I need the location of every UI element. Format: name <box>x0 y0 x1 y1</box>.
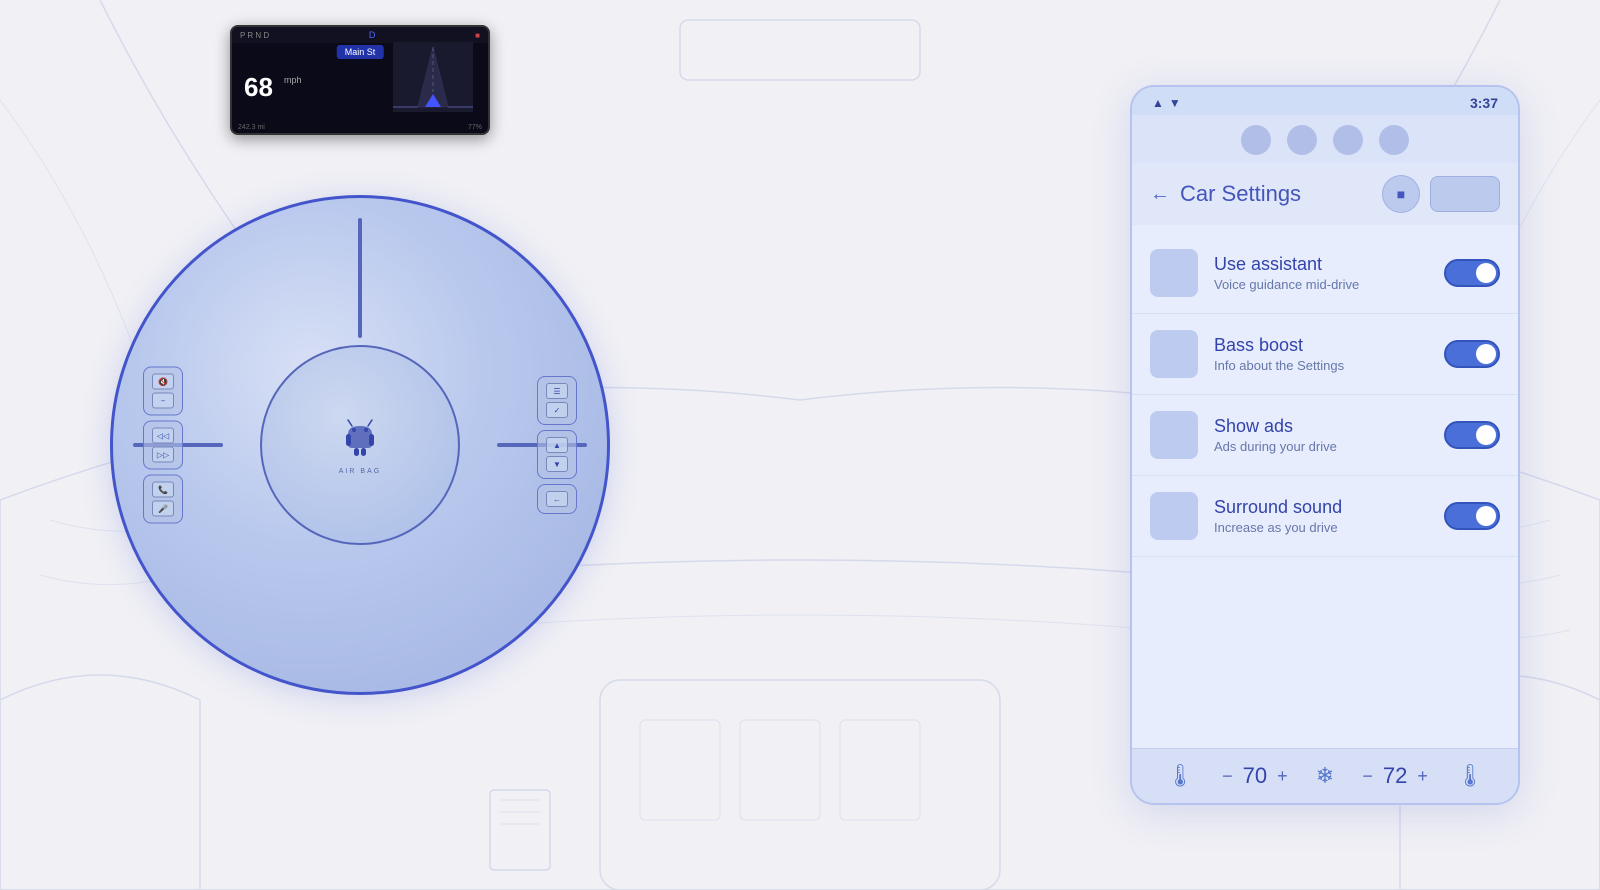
phone-status-bar: ▲ ▼ 3:37 <box>1132 87 1518 115</box>
climate-left-icon: 🌡 <box>1166 763 1194 789</box>
climate-right-control: − 72 + <box>1362 763 1428 789</box>
back-btn[interactable]: ← <box>546 491 568 507</box>
bass-boost-icon-box <box>1150 330 1198 378</box>
setting-item-bass-boost: Bass boost Info about the Settings <box>1132 314 1518 395</box>
left-btn-group-top: 🔇 − <box>143 367 183 416</box>
use-assistant-text: Use assistant Voice guidance mid-drive <box>1214 254 1428 292</box>
use-assistant-subtitle: Voice guidance mid-drive <box>1214 277 1428 292</box>
voice-btn[interactable]: 🎤 <box>152 501 174 517</box>
use-assistant-toggle[interactable] <box>1444 259 1500 287</box>
mute-btn[interactable]: 🔇 <box>152 374 174 390</box>
climate-right-icon: 🌡 <box>1456 763 1484 789</box>
show-ads-icon-box <box>1150 411 1198 459</box>
wifi-icon: ▼ <box>1169 96 1181 110</box>
status-icons-left: ▲ ▼ <box>1152 96 1181 110</box>
nav-gear: P R N D <box>240 31 269 40</box>
main-container: P R N D D ■ Main St 68 mph 242.3 mi 77% <box>0 0 1600 890</box>
show-ads-title: Show ads <box>1214 416 1428 437</box>
left-controls: 🔇 − ◁◁ ▷▷ 📞 🎤 <box>143 367 183 524</box>
down-btn[interactable]: ▼ <box>546 456 568 472</box>
nav-dot-4 <box>1379 125 1409 155</box>
airbag-label: AIR BAG <box>339 468 381 475</box>
use-assistant-toggle-thumb <box>1476 263 1496 283</box>
phone-btn[interactable]: 📞 <box>152 482 174 498</box>
nav-bottom-bar: 242.3 mi 77% <box>232 122 488 133</box>
surround-sound-title: Surround sound <box>1214 497 1428 518</box>
nav-alert: ■ <box>475 31 480 40</box>
right-btn-group-top: ☰ ✓ <box>537 376 577 425</box>
app-header: ← Car Settings ■ <box>1132 163 1518 225</box>
menu-btn[interactable]: ☰ <box>546 383 568 399</box>
nav-dot-2 <box>1287 125 1317 155</box>
next-track-btn[interactable]: ▷▷ <box>152 447 174 463</box>
surround-sound-subtitle: Increase as you drive <box>1214 520 1428 535</box>
steering-hub: AIR BAG <box>260 345 460 545</box>
bass-boost-toggle-thumb <box>1476 344 1496 364</box>
climate-left-minus-btn[interactable]: − <box>1222 766 1233 787</box>
show-ads-toggle[interactable] <box>1444 421 1500 449</box>
nav-map-art <box>393 42 473 112</box>
android-logo-icon <box>340 416 380 456</box>
header-left: ← Car Settings <box>1150 181 1301 207</box>
right-btn-group-bot: ← <box>537 484 577 514</box>
phone-panel: ▲ ▼ 3:37 ← Car Settings ■ <box>1130 85 1520 805</box>
settings-list: Use assistant Voice guidance mid-drive B… <box>1132 225 1518 748</box>
nav-dot-1 <box>1241 125 1271 155</box>
nav-indicator: D <box>369 30 376 40</box>
prev-track-btn[interactable]: ◁◁ <box>152 428 174 444</box>
setting-item-use-assistant: Use assistant Voice guidance mid-drive <box>1132 233 1518 314</box>
climate-left-value: 70 <box>1243 763 1267 789</box>
use-assistant-title: Use assistant <box>1214 254 1428 275</box>
app-title: Car Settings <box>1180 181 1301 207</box>
surround-sound-toggle-thumb <box>1476 506 1496 526</box>
steering-section: P R N D D ■ Main St 68 mph 242.3 mi 77% <box>80 85 640 805</box>
nav-display: P R N D D ■ Main St 68 mph 242.3 mi 77% <box>230 25 490 135</box>
nav-street-label: Main St <box>337 45 384 59</box>
up-btn[interactable]: ▲ <box>546 437 568 453</box>
nav-speed-unit: mph <box>284 75 302 85</box>
use-assistant-icon-box <box>1150 249 1198 297</box>
right-controls: ☰ ✓ ▲ ▼ ← <box>537 376 577 514</box>
right-btn-group-mid: ▲ ▼ <box>537 430 577 479</box>
spoke-top <box>358 218 362 338</box>
bass-boost-toggle[interactable] <box>1444 340 1500 368</box>
bass-boost-text: Bass boost Info about the Settings <box>1214 335 1428 373</box>
stop-icon: ■ <box>1397 186 1405 202</box>
show-ads-subtitle: Ads during your drive <box>1214 439 1428 454</box>
left-btn-group-bot: 📞 🎤 <box>143 475 183 524</box>
surround-sound-text: Surround sound Increase as you drive <box>1214 497 1428 535</box>
header-right: ■ <box>1382 175 1500 213</box>
show-ads-text: Show ads Ads during your drive <box>1214 416 1428 454</box>
climate-fan-icon: ❄ <box>1316 763 1334 789</box>
nav-dot-3 <box>1333 125 1363 155</box>
surround-sound-icon-box <box>1150 492 1198 540</box>
surround-sound-toggle[interactable] <box>1444 502 1500 530</box>
nav-dots-row <box>1132 115 1518 163</box>
show-ads-toggle-thumb <box>1476 425 1496 445</box>
bass-boost-subtitle: Info about the Settings <box>1214 358 1428 373</box>
bass-boost-title: Bass boost <box>1214 335 1428 356</box>
vol-down-btn[interactable]: − <box>152 393 174 409</box>
stop-button[interactable]: ■ <box>1382 175 1420 213</box>
nav-battery: 77% <box>468 124 482 131</box>
climate-bar: 🌡 − 70 + ❄ − 72 + 🌡 <box>1132 748 1518 803</box>
climate-left-plus-btn[interactable]: + <box>1277 766 1288 787</box>
nav-trip: 242.3 mi <box>238 124 265 131</box>
steering-wheel: 🔇 − ◁◁ ▷▷ 📞 🎤 ☰ ✓ ▲ <box>110 195 610 695</box>
nav-speed-value: 68 <box>244 72 273 103</box>
check-btn[interactable]: ✓ <box>546 402 568 418</box>
setting-item-show-ads: Show ads Ads during your drive <box>1132 395 1518 476</box>
signal-icon: ▲ <box>1152 96 1164 110</box>
climate-right-minus-btn[interactable]: − <box>1362 766 1373 787</box>
setting-item-surround-sound: Surround sound Increase as you drive <box>1132 476 1518 557</box>
climate-right-value: 72 <box>1383 763 1407 789</box>
left-btn-group-mid: ◁◁ ▷▷ <box>143 421 183 470</box>
status-time: 3:37 <box>1470 95 1498 111</box>
header-rect-button[interactable] <box>1430 176 1500 212</box>
climate-left-control: − 70 + <box>1222 763 1288 789</box>
climate-right-plus-btn[interactable]: + <box>1417 766 1428 787</box>
back-button[interactable]: ← <box>1150 183 1170 206</box>
